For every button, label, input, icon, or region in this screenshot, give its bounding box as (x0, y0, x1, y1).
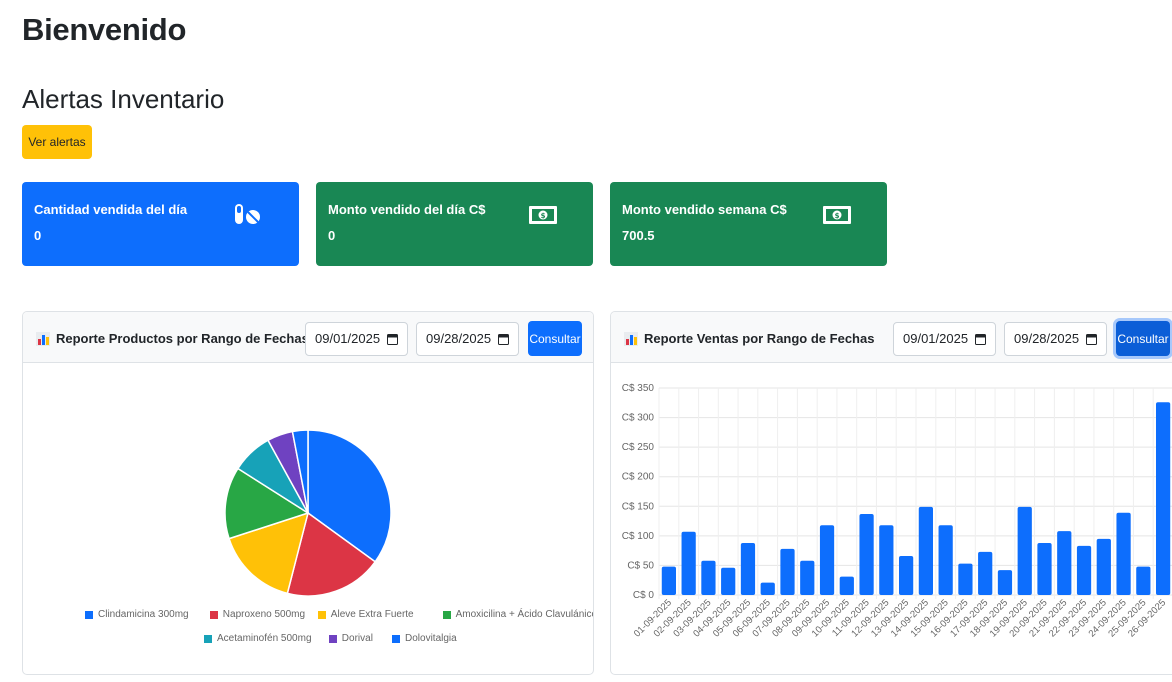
bar (661, 566, 677, 595)
bar (1076, 545, 1092, 595)
bar (1017, 506, 1032, 595)
stat-card-daily-amount: Monto vendido del día C$ 0 $ (316, 182, 593, 266)
panel-header: Reporte Ventas por Rango de Fechas 09/01… (611, 312, 1172, 363)
bar-chart-icon (624, 331, 638, 346)
date-to-input[interactable]: 09/28/2025 (1004, 322, 1107, 356)
legend-swatch (204, 634, 212, 643)
legend-swatch (392, 634, 400, 643)
stat-value: 700.5 (622, 228, 655, 243)
y-tick-label: C$ 50 (627, 560, 654, 571)
bar (819, 525, 835, 595)
sales-report-panel: Reporte Ventas por Rango de Fechas 09/01… (610, 311, 1172, 675)
bar (1155, 402, 1171, 595)
legend-item[interactable]: Acetaminofén 500mg (204, 633, 312, 644)
calendar-icon[interactable] (498, 333, 509, 345)
legend-label: Dolovitalgia (405, 633, 457, 644)
date-value: 09/28/2025 (1014, 331, 1080, 346)
stat-label: Monto vendido semana C$ (622, 202, 787, 217)
bar (997, 570, 1013, 595)
bar (760, 582, 775, 595)
y-tick-label: C$ 0 (633, 590, 655, 601)
calendar-icon[interactable] (975, 333, 986, 345)
svg-text:$: $ (541, 212, 546, 220)
legend-label: Clindamicina 300mg (98, 609, 189, 620)
svg-text:$: $ (835, 212, 840, 220)
bar (958, 563, 973, 595)
bar (740, 542, 756, 595)
bar (879, 525, 894, 595)
bar (1136, 566, 1151, 595)
legend-item[interactable]: Clindamicina 300mg (85, 609, 189, 620)
bar (780, 548, 795, 595)
panel-title-text: Reporte Ventas por Rango de Fechas (644, 331, 875, 346)
legend-label: Acetaminofén 500mg (217, 633, 312, 644)
consult-button[interactable]: Consultar (528, 321, 582, 356)
legend-item[interactable]: Dolovitalgia (392, 633, 457, 644)
bar (978, 551, 993, 595)
stat-value: 0 (328, 228, 336, 243)
date-to-input[interactable]: 09/28/2025 (416, 322, 519, 356)
panel-title-text: Reporte Productos por Rango de Fechas (56, 331, 309, 346)
bar (681, 531, 696, 595)
legend-item[interactable]: Naproxeno 500mg (209, 609, 306, 620)
panel-title: Reporte Ventas por Rango de Fechas (624, 331, 874, 346)
legend-swatch (209, 610, 218, 619)
legend-swatch (442, 610, 451, 619)
alerts-section-title: Alertas Inventario (22, 84, 225, 114)
stat-card-weekly-amount: Monto vendido semana C$ 700.5 $ (610, 182, 887, 266)
legend-swatch (85, 610, 93, 619)
bar (1037, 542, 1052, 595)
stat-label: Cantidad vendida del día (34, 202, 188, 217)
date-value: 09/01/2025 (903, 331, 969, 346)
bar (1057, 531, 1072, 595)
legend-swatch (328, 634, 337, 643)
legend-label: Aleve Extra Fuerte (330, 609, 414, 620)
products-pie-chart (224, 429, 392, 597)
view-alerts-button[interactable]: Ver alertas (22, 125, 92, 159)
legend-item[interactable]: Amoxicilina + Ácido Clavulánico 625mg (442, 609, 594, 620)
panel-header: Reporte Productos por Rango de Fechas 09… (23, 312, 593, 363)
stat-card-quantity-sold: Cantidad vendida del día 0 (22, 182, 299, 266)
bar (839, 576, 854, 595)
legend-label: Dorival (341, 633, 373, 644)
bar (898, 555, 914, 595)
sales-bar-chart: C$ 0 C$ 50 C$ 100 C$ 150 C$ 200 C$ 250 C$ 300 C… (622, 383, 1172, 639)
calendar-icon[interactable] (387, 333, 398, 345)
legend-item[interactable]: Dorival (328, 633, 373, 644)
bar (1116, 512, 1131, 595)
legend-swatch (317, 610, 326, 619)
date-from-input[interactable]: 09/01/2025 (893, 322, 996, 356)
panel-title: Reporte Productos por Rango de Fechas (36, 331, 309, 346)
money-bill-icon: $ (529, 206, 557, 224)
bar (859, 513, 874, 595)
calendar-icon[interactable] (1086, 333, 1097, 345)
bar-chart-icon (36, 331, 50, 346)
date-value: 09/01/2025 (315, 331, 381, 346)
bar (918, 506, 934, 595)
pills-icon (235, 204, 260, 224)
y-tick-label: C$ 250 (622, 442, 655, 453)
date-from-input[interactable]: 09/01/2025 (305, 322, 408, 356)
y-tick-label: C$ 350 (622, 383, 655, 394)
bar (721, 567, 736, 595)
bar (938, 525, 953, 595)
stat-label: Monto vendido del día C$ (328, 202, 486, 217)
page-title: Bienvenido (22, 12, 187, 47)
legend-label: Naproxeno 500mg (222, 609, 306, 620)
bar (701, 560, 716, 595)
money-bill-icon: $ (823, 206, 851, 224)
consult-button[interactable]: Consultar (1116, 321, 1170, 356)
y-tick-label: C$ 150 (622, 501, 655, 512)
stat-value: 0 (34, 228, 42, 243)
legend-label: Amoxicilina + Ácido Clavulánico 625mg (455, 609, 594, 620)
y-tick-label: C$ 100 (622, 531, 655, 542)
products-report-panel: Reporte Productos por Rango de Fechas 09… (22, 311, 594, 675)
y-tick-label: C$ 200 (622, 472, 655, 483)
y-tick-label: C$ 300 (622, 413, 655, 424)
bar (800, 560, 815, 595)
bar (1096, 538, 1111, 595)
legend-item[interactable]: Aleve Extra Fuerte (317, 609, 414, 620)
date-value: 09/28/2025 (426, 331, 492, 346)
